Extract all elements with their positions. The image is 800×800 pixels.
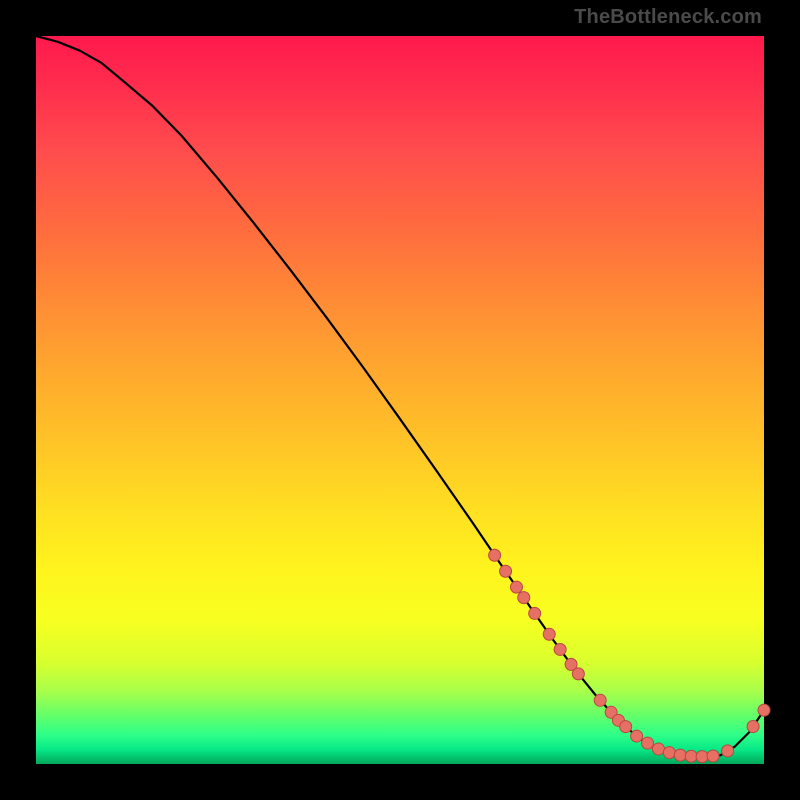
data-point xyxy=(707,750,719,762)
data-point xyxy=(663,747,675,759)
plot-area xyxy=(36,36,764,764)
data-point xyxy=(572,668,584,680)
data-point xyxy=(722,745,734,757)
data-point xyxy=(652,743,664,755)
data-point xyxy=(631,730,643,742)
chart-frame: TheBottleneck.com xyxy=(0,0,800,800)
data-point xyxy=(500,565,512,577)
data-point xyxy=(510,581,522,593)
watermark-text: TheBottleneck.com xyxy=(574,6,762,29)
data-point xyxy=(620,721,632,733)
data-point xyxy=(747,721,759,733)
data-points xyxy=(489,549,770,762)
data-point xyxy=(594,694,606,706)
data-point xyxy=(685,750,697,762)
data-point xyxy=(758,704,770,716)
data-point xyxy=(554,643,566,655)
data-point xyxy=(674,749,686,761)
data-point xyxy=(642,737,654,749)
bottleneck-curve xyxy=(36,36,764,757)
plot-svg xyxy=(36,36,764,764)
data-point xyxy=(543,628,555,640)
data-point xyxy=(529,607,541,619)
data-point xyxy=(489,549,501,561)
data-point xyxy=(696,751,708,763)
data-point xyxy=(518,592,530,604)
